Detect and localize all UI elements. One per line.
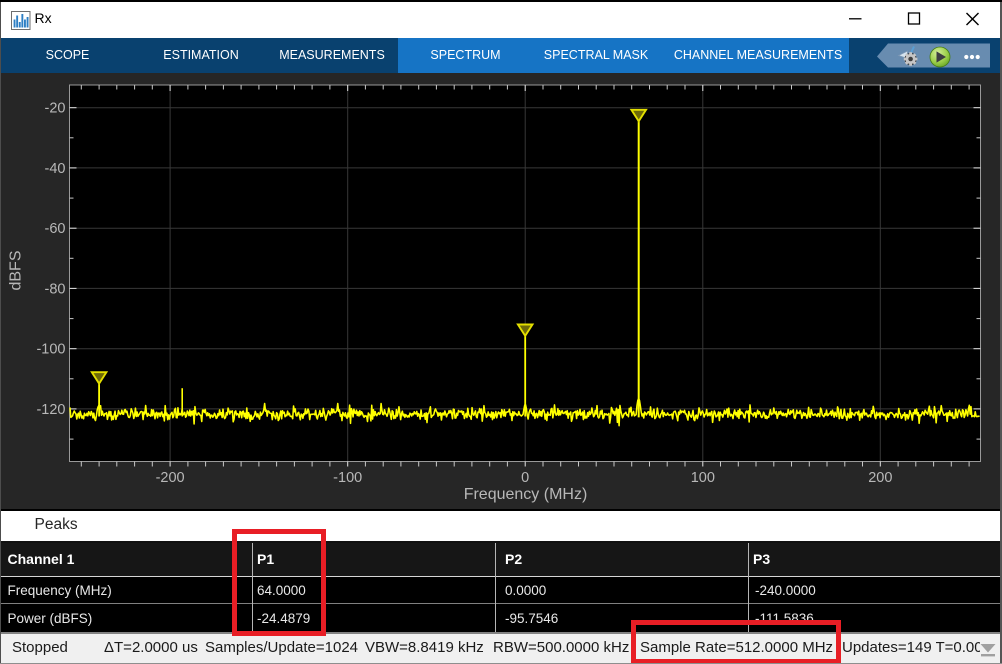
- svg-text:-80: -80: [45, 281, 66, 297]
- svg-text:0: 0: [521, 470, 529, 486]
- svg-text:100: 100: [691, 470, 715, 486]
- svg-text:-60: -60: [45, 221, 66, 237]
- svg-text:-20: -20: [45, 100, 66, 116]
- svg-text:-120: -120: [36, 401, 65, 417]
- svg-text:-100: -100: [333, 470, 362, 486]
- svg-text:-40: -40: [45, 160, 66, 176]
- svg-text:-100: -100: [36, 341, 65, 357]
- svg-text:200: 200: [868, 470, 892, 486]
- svg-text:dBFS: dBFS: [8, 250, 25, 290]
- svg-text:Frequency (MHz): Frequency (MHz): [464, 486, 588, 503]
- svg-text:-200: -200: [156, 470, 185, 486]
